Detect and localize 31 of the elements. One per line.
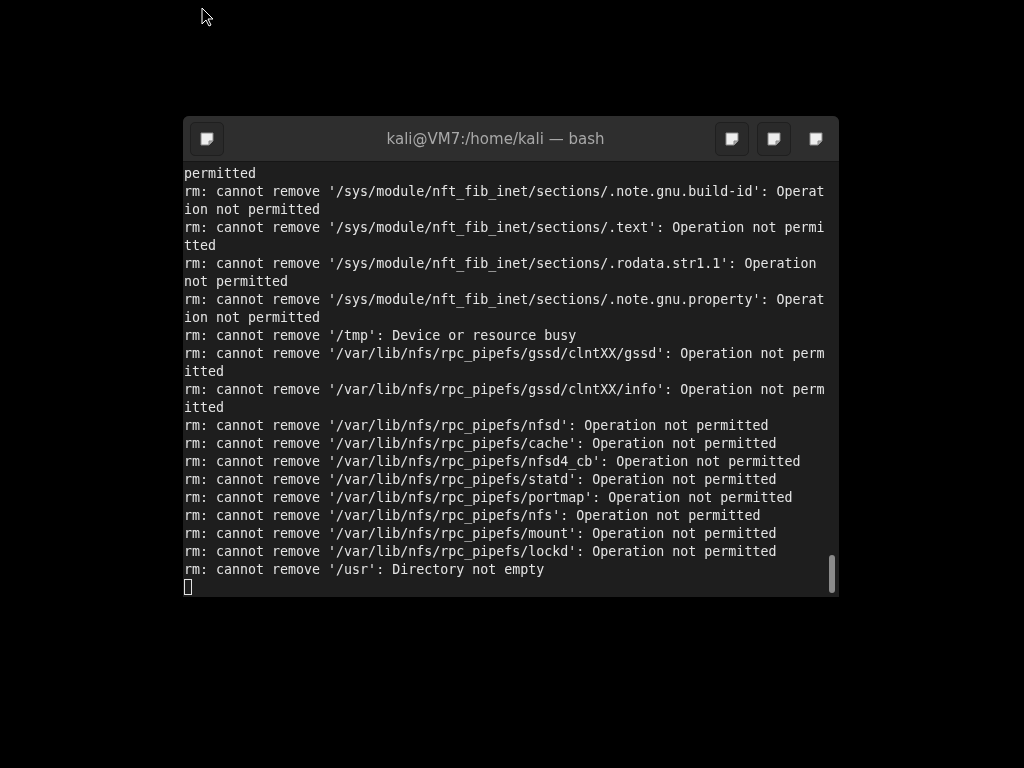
terminal-line: rm: cannot remove '/var/lib/nfs/rpc_pipefs/portmap': Operation not permitted: [184, 489, 794, 507]
terminal-line: rm: cannot remove '/sys/module/nft_fib_inet/sections/.rodata.str1.1': Operation: [184, 255, 818, 273]
scrollbar-thumb[interactable]: [829, 555, 835, 593]
window-title: kali@VM7:/home/kali — bash: [385, 129, 605, 148]
terminal-line: rm: cannot remove '/var/lib/nfs/rpc_pipefs/nfsd': Operation not permitted: [184, 417, 770, 435]
terminal-line: rm: cannot remove '/sys/module/nft_fib_inet/sections/.note.gnu.build-id': Operat: [184, 183, 825, 201]
terminal-line: ion not permitted: [184, 309, 322, 327]
terminal-line: itted: [184, 399, 226, 417]
terminal-line: rm: cannot remove '/var/lib/nfs/rpc_pipefs/gssd/clntXX/gssd': Operation not perm: [184, 345, 825, 363]
page-icon: [809, 131, 823, 146]
terminal-line: rm: cannot remove '/var/lib/nfs/rpc_pipefs/nfs': Operation not permitted: [184, 507, 762, 525]
pointer-icon: [201, 7, 215, 27]
terminal-line: rm: cannot remove '/var/lib/nfs/rpc_pipefs/statd': Operation not permitted: [184, 471, 778, 489]
page-icon: [767, 131, 781, 146]
page-icon: [200, 131, 214, 146]
terminal-line: permitted: [184, 165, 258, 183]
terminal-line: not permitted: [184, 273, 290, 291]
terminal-line: rm: cannot remove '/var/lib/nfs/rpc_pipefs/gssd/clntXX/info': Operation not perm: [184, 381, 825, 399]
terminal-line: rm: cannot remove '/usr': Directory not empty: [184, 561, 546, 579]
terminal-line: tted: [184, 237, 218, 255]
terminal-line: itted: [184, 363, 226, 381]
terminal-line: rm: cannot remove '/sys/module/nft_fib_inet/sections/.note.gnu.property': Operat: [184, 291, 825, 309]
terminal-line: rm: cannot remove '/var/lib/nfs/rpc_pipefs/lockd': Operation not permitted: [184, 543, 778, 561]
terminal-line: rm: cannot remove '/var/lib/nfs/rpc_pipefs/mount': Operation not permitted: [184, 525, 778, 543]
terminal-line: rm: cannot remove '/tmp': Device or resource busy: [184, 327, 578, 345]
terminal-line: ion not permitted: [184, 201, 322, 219]
text-cursor: [184, 579, 192, 595]
terminal-line: rm: cannot remove '/var/lib/nfs/rpc_pipefs/cache': Operation not permitted: [184, 435, 778, 453]
terminal-line: rm: cannot remove '/var/lib/nfs/rpc_pipefs/nfsd4_cb': Operation not permitted: [184, 453, 802, 471]
terminal-line: rm: cannot remove '/sys/module/nft_fib_inet/sections/.text': Operation not permi: [184, 219, 825, 237]
page-icon: [725, 131, 739, 146]
